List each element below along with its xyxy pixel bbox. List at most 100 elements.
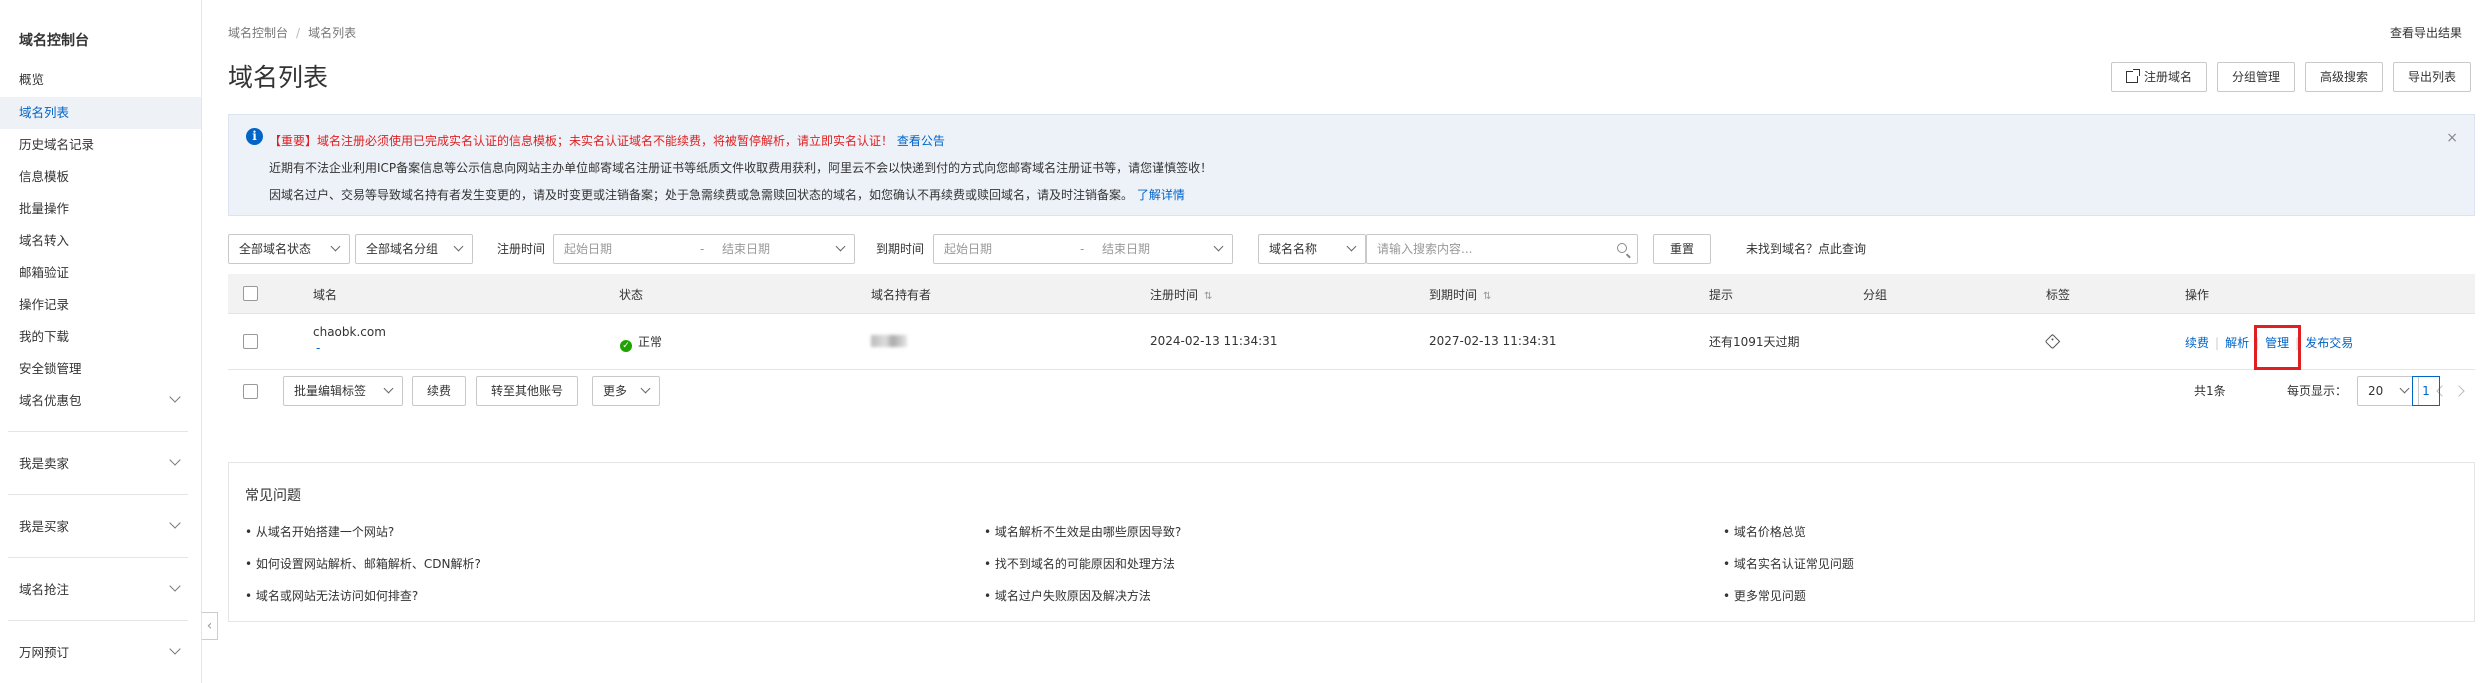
faq-link[interactable]: • 从域名开始搭建一个网站? — [245, 523, 394, 540]
reg-time-label: 注册时间 — [497, 242, 546, 256]
faq-link[interactable]: • 域名解析不生效是由哪些原因导致? — [984, 523, 1181, 540]
col-group: 分组 — [1863, 288, 1888, 302]
bulk-select-checkbox[interactable] — [243, 384, 258, 399]
advanced-search-button[interactable]: 高级搜索 — [2304, 62, 2383, 92]
reg-time-value: 2024-02-13 11:34:31 — [1150, 334, 1278, 348]
col-reg-time[interactable]: 注册时间 ⇅ — [1150, 286, 1212, 303]
tag-icon[interactable] — [2044, 333, 2061, 350]
reg-date-range[interactable]: 起始日期 - 结束日期 — [553, 234, 855, 264]
chevron-down-icon — [1213, 241, 1224, 252]
exp-time-value: 2027-02-13 11:34:31 — [1429, 334, 1557, 348]
group-select[interactable]: 全部域名分组 — [355, 234, 473, 264]
exp-start-placeholder: 起始日期 — [944, 242, 993, 256]
col-exp-time[interactable]: 到期时间 ⇅ — [1429, 286, 1491, 303]
chevron-down-icon — [453, 241, 464, 252]
sidebar-item-coupon[interactable]: 域名优惠包 — [0, 385, 201, 417]
resolve-link[interactable]: 解析 — [2225, 336, 2249, 350]
divider — [8, 494, 188, 495]
register-domain-button[interactable]: 注册域名 — [2110, 62, 2207, 92]
sidebar-item-batch[interactable]: 批量操作 — [0, 193, 201, 225]
domain-link[interactable]: chaobk.com — [313, 325, 386, 339]
sort-icon: ⇅ — [1483, 291, 1492, 302]
breadcrumb-separator: / — [296, 26, 301, 40]
col-reg-time-label: 注册时间 — [1150, 288, 1199, 302]
renew-link[interactable]: 续费 — [2185, 336, 2209, 350]
sidebar-item-security-lock[interactable]: 安全锁管理 — [0, 353, 201, 385]
learn-more-link[interactable]: 了解详情 — [1137, 188, 1185, 202]
chevron-down-icon — [1346, 241, 1357, 252]
reset-button[interactable]: 重置 — [1653, 234, 1711, 264]
per-page-value: 20 — [2368, 384, 2384, 398]
check-circle-icon: ✓ — [620, 340, 632, 352]
chevron-down-icon — [169, 517, 181, 529]
notice-important: 【重要】域名注册必须使用已完成实名认证的信息模板；未实名认证域名不能续费，将被暂… — [269, 132, 945, 149]
status-select[interactable]: 全部域名状态 — [228, 234, 350, 264]
export-list-button[interactable]: 导出列表 — [2392, 62, 2471, 92]
bulk-renew-button[interactable]: 续费 — [412, 376, 467, 406]
notice-filing-text: 因域名过户、交易等导致域名持有者发生变更的，请及时变更或注销备案；处于急需续费或… — [269, 188, 1134, 202]
chevron-down-icon — [2399, 383, 2410, 394]
button-label: 注册域名 — [2143, 70, 2192, 84]
col-holder: 域名持有者 — [871, 288, 932, 302]
col-tag: 标签 — [2046, 288, 2071, 302]
not-found-query-link[interactable]: 未找到域名？点此查询 — [1746, 234, 1866, 264]
publish-trade-link[interactable]: 发布交易 — [2305, 336, 2353, 350]
range-separator: - — [700, 242, 705, 256]
faq-link[interactable]: • 找不到域名的可能原因和处理方法 — [984, 555, 1175, 572]
sidebar-group-reserve[interactable]: 万网预订 — [0, 637, 201, 669]
page-number[interactable]: 1 — [2412, 376, 2440, 406]
external-link-icon — [2125, 69, 2140, 83]
divider — [8, 557, 188, 558]
sidebar-item-downloads[interactable]: 我的下载 — [0, 321, 201, 353]
sidebar-item-templates[interactable]: 信息模板 — [0, 161, 201, 193]
chevron-down-icon — [835, 241, 846, 252]
faq-link[interactable]: • 如何设置网站解析、邮箱解析、CDN解析? — [245, 555, 481, 572]
chevron-down-icon — [169, 580, 181, 592]
sidebar-collapse-button[interactable]: ‹ — [202, 612, 218, 640]
faq-link[interactable]: • 域名实名认证常见问题 — [1723, 555, 1854, 572]
table-row: chaobk.com - ✓ 正常 2024-02-13 11:34:31 202… — [228, 314, 2475, 370]
sidebar-title: 域名控制台 — [19, 33, 89, 49]
faq-link[interactable]: • 域名或网站无法访问如何排查? — [245, 587, 418, 604]
close-icon[interactable]: × — [2446, 130, 2458, 146]
transfer-account-button[interactable]: 转至其他账号 — [476, 376, 579, 406]
per-page-select[interactable]: 20 — [2357, 376, 2419, 406]
sidebar-group-snapback[interactable]: 域名抢注 — [0, 574, 201, 606]
bulk-edit-tags-select[interactable]: 批量编辑标签 — [283, 376, 403, 406]
info-icon: i — [246, 128, 263, 145]
more-select[interactable]: 更多 — [592, 376, 660, 406]
sidebar-group-label: 域名抢注 — [19, 582, 70, 597]
select-all-checkbox[interactable] — [243, 286, 258, 301]
breadcrumb-root[interactable]: 域名控制台 — [228, 26, 288, 40]
faq-panel: 常见问题 • 从域名开始搭建一个网站? • 域名解析不生效是由哪些原因导致? •… — [228, 462, 2475, 622]
sidebar-item-transfer-in[interactable]: 域名转入 — [0, 225, 201, 257]
sidebar-item-label: 域名优惠包 — [19, 393, 82, 408]
exp-date-range[interactable]: 起始日期 - 结束日期 — [933, 234, 1233, 264]
notice-filing: 因域名过户、交易等导致域名持有者发生变更的，请及时变更或注销备案；处于急需续费或… — [269, 186, 1185, 203]
faq-title: 常见问题 — [245, 488, 301, 504]
range-separator: - — [1080, 242, 1085, 256]
export-results-link[interactable]: 查看导出结果 — [2390, 24, 2462, 41]
sidebar-item-email-verify[interactable]: 邮箱验证 — [0, 257, 201, 289]
chevron-down-icon — [383, 383, 394, 394]
sidebar-group-buyer[interactable]: 我是买家 — [0, 511, 201, 543]
group-manage-button[interactable]: 分组管理 — [2216, 62, 2295, 92]
search-icon[interactable] — [1617, 243, 1627, 253]
search-field-select[interactable]: 域名名称 — [1258, 234, 1366, 264]
sidebar-item-history[interactable]: 历史域名记录 — [0, 129, 201, 161]
row-checkbox[interactable] — [243, 334, 258, 349]
sidebar-item-op-log[interactable]: 操作记录 — [0, 289, 201, 321]
search-input[interactable]: 请输入搜索内容... — [1366, 234, 1638, 264]
next-page-icon[interactable] — [2453, 385, 2465, 397]
breadcrumb: 域名控制台 / 域名列表 — [228, 24, 356, 41]
faq-link[interactable]: • 域名过户失败原因及解决方法 — [984, 587, 1151, 604]
sidebar-group-seller[interactable]: 我是卖家 — [0, 448, 201, 480]
notice-important-text: 【重要】域名注册必须使用已完成实名认证的信息模板；未实名认证域名不能续费，将被暂… — [269, 134, 894, 148]
reg-start-placeholder: 起始日期 — [564, 242, 613, 256]
bulk-actions-bar: 批量编辑标签 续费 转至其他账号 更多 共1条 每页显示： 20 1 — [228, 376, 2475, 408]
sidebar-item-domain-list[interactable]: 域名列表 — [0, 97, 201, 129]
view-announcement-link[interactable]: 查看公告 — [897, 134, 945, 148]
faq-link[interactable]: • 更多常见问题 — [1723, 587, 1806, 604]
sidebar-item-overview[interactable]: 概览 — [0, 64, 201, 96]
faq-link[interactable]: • 域名价格总览 — [1723, 523, 1806, 540]
